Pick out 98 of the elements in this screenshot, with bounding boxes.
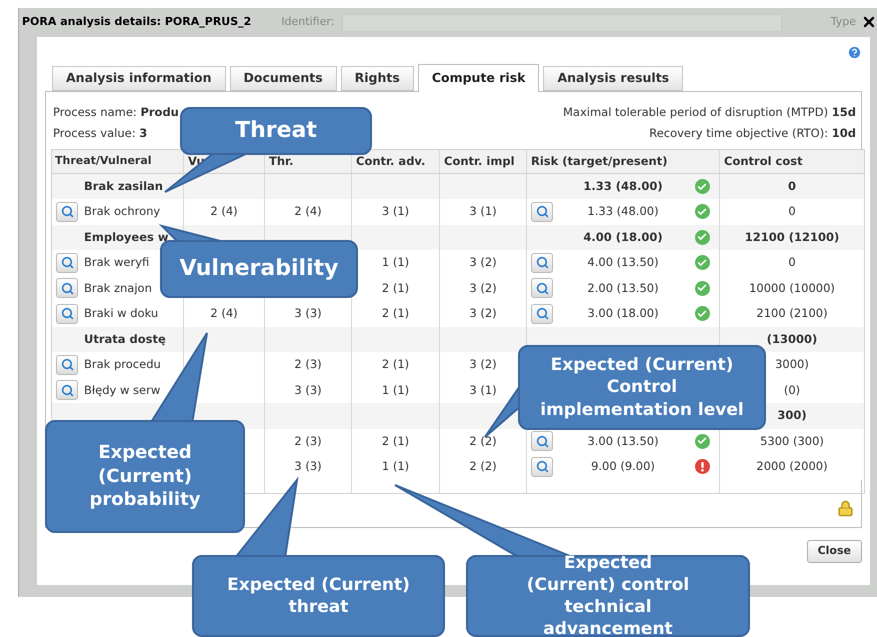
- risk-value: 4.00 (18.00): [583, 230, 663, 244]
- risk-value: 3.00 (18.00): [587, 306, 659, 320]
- table-cell: 3 (1): [469, 382, 497, 397]
- table-cell: 2 (1): [382, 434, 410, 448]
- cost-value: 0: [788, 204, 796, 218]
- table-cell: 2 (4): [210, 204, 238, 218]
- vulnerability-name: Brak znajon: [84, 280, 152, 297]
- search-icon: [60, 256, 74, 270]
- close-icon[interactable]: [861, 14, 877, 30]
- cost-value: 300): [777, 408, 807, 422]
- table-cell: 2 (4): [294, 204, 322, 218]
- table-cell: 3 (2): [469, 306, 497, 320]
- column-header: Threat/Vulneral: [52, 150, 184, 174]
- vulnerability-name: Błędy w serw: [84, 382, 160, 399]
- details-button[interactable]: [56, 304, 78, 324]
- details-button[interactable]: [531, 278, 553, 298]
- details-button[interactable]: [531, 304, 553, 324]
- table-cell: 3 (2): [469, 255, 497, 270]
- mtpd-text: Maximal tolerable period of disruption (MTPD) 15d: [562, 104, 856, 121]
- tab[interactable]: Analysis information: [52, 66, 226, 91]
- details-button[interactable]: [531, 252, 553, 273]
- column-header: Contr. adv.: [352, 150, 440, 174]
- tab[interactable]: Rights: [340, 66, 414, 91]
- cost-value: 2100 (2100): [756, 306, 828, 320]
- table-cell: 3 (2): [469, 357, 497, 372]
- table-cell: 2 (1): [382, 306, 410, 320]
- table-cell: 2 (2): [469, 459, 497, 474]
- tab[interactable]: Compute risk: [418, 64, 540, 92]
- risk-value: 1.33 (48.00): [583, 178, 663, 193]
- search-icon: [60, 282, 74, 295]
- lock-icon: [837, 500, 854, 517]
- process-name: Process name: Produ: [53, 104, 179, 121]
- risk-value: 3.00 (13.50): [587, 434, 659, 448]
- table-cell: 2 (3): [294, 357, 322, 372]
- vulnerability-name: Braki w doku: [84, 305, 158, 322]
- tab[interactable]: Documents: [230, 66, 337, 91]
- risk-value: 4.00 (13.50): [587, 255, 659, 270]
- window-title: PORA analysis details: PORA_PRUS_2: [22, 14, 252, 30]
- cost-value: 10000 (10000): [749, 280, 835, 295]
- column-header: Control cost: [720, 150, 864, 174]
- help-icon[interactable]: [847, 45, 862, 60]
- table-cell: 2 (3): [294, 434, 322, 448]
- search-icon: [60, 205, 74, 218]
- cost-value: (13000): [766, 332, 818, 346]
- vulnerability-name: Brak weryfi: [84, 254, 150, 272]
- risk-value: 1.33 (48.00): [587, 204, 659, 218]
- table-cell: 3 (3): [294, 459, 322, 474]
- vulnerability-name: Brak ochrony: [84, 203, 160, 220]
- callout: Expected (Current) control technical advancement: [466, 555, 750, 637]
- details-button[interactable]: [531, 456, 553, 477]
- details-button[interactable]: [56, 380, 78, 400]
- table-cell: 1 (1): [382, 255, 410, 270]
- background-label: Type: [830, 14, 856, 30]
- search-icon: [536, 256, 548, 270]
- table-cell: 2 (1): [382, 280, 410, 295]
- cost-value: 0: [788, 178, 796, 193]
- process-value: Process value: 3: [53, 125, 148, 142]
- column-header: Contr. impl: [440, 150, 526, 174]
- details-button[interactable]: [531, 202, 553, 222]
- search-icon: [536, 434, 548, 448]
- table-cell: 2 (1): [382, 357, 410, 372]
- search-icon: [60, 307, 74, 320]
- details-button[interactable]: [531, 431, 553, 452]
- cost-value: 0: [788, 255, 796, 270]
- cost-value: (0): [784, 382, 800, 397]
- risk-value: 2.00 (13.50): [587, 280, 659, 295]
- search-icon: [536, 205, 548, 218]
- background-label: Identifier:: [281, 14, 334, 30]
- table-cell: 3 (2): [469, 280, 497, 295]
- rto-text: Recovery time objective (RTO): 10d: [649, 125, 856, 142]
- details-button[interactable]: [56, 354, 78, 375]
- search-icon: [536, 282, 548, 295]
- cost-value: 5300 (300): [760, 434, 824, 448]
- table-cell: 3 (1): [382, 204, 410, 218]
- search-icon: [60, 358, 74, 372]
- search-icon: [536, 307, 548, 320]
- table-cell: 3 (1): [469, 204, 497, 218]
- cost-value: 12100 (12100): [744, 230, 840, 244]
- cost-value: 2000 (2000): [756, 459, 828, 474]
- cost-value: 3000): [775, 357, 809, 372]
- table-cell: 2 (2): [469, 434, 497, 448]
- table-cell: 2 (4): [210, 306, 238, 320]
- column-header: Risk (target/present): [526, 150, 720, 174]
- risk-value: 9.00 (9.00): [591, 459, 655, 474]
- vulnerability-name: Brak procedu: [84, 356, 161, 374]
- group-name: Utrata dostę: [83, 330, 166, 348]
- details-button[interactable]: [56, 202, 78, 222]
- table-cell: 3 (3): [294, 306, 322, 320]
- close-button[interactable]: Close: [806, 540, 862, 563]
- details-button[interactable]: [56, 278, 78, 298]
- table-cell: 1 (1): [382, 382, 410, 397]
- tab[interactable]: Analysis results: [543, 66, 684, 91]
- table-cell: 3 (3): [294, 382, 322, 397]
- search-icon: [60, 384, 74, 397]
- table-cell: 1 (1): [382, 459, 410, 474]
- group-name: Brak zasilan: [83, 178, 163, 195]
- search-icon: [536, 460, 548, 474]
- details-button[interactable]: [56, 252, 78, 273]
